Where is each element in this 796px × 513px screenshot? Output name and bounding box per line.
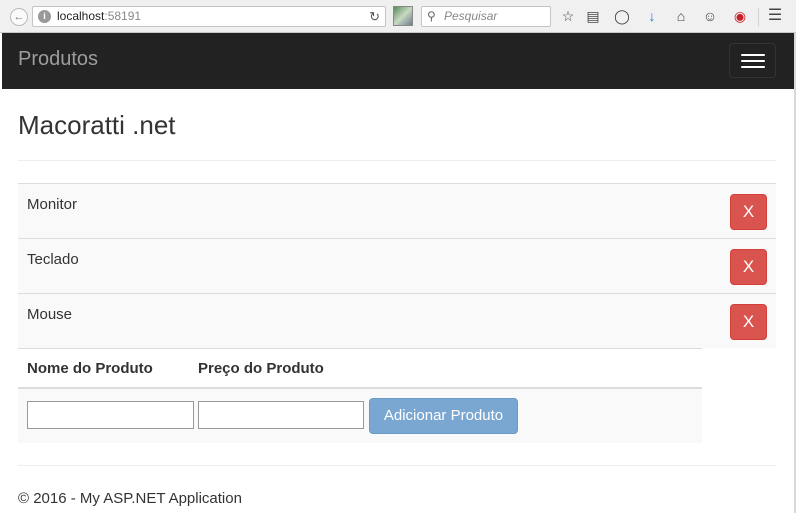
list-item: Monitor X [18, 183, 776, 238]
product-name: Mouse [27, 306, 73, 323]
reload-icon[interactable]: ↻ [369, 7, 380, 26]
search-bar[interactable]: ⚲ Pesquisar [421, 6, 551, 27]
menu-icon[interactable]: ☰ [766, 7, 784, 25]
pinterest-icon[interactable]: ◉ [731, 7, 749, 25]
footer-text: © 2016 - My ASP.NET Application [18, 490, 242, 507]
download-icon[interactable]: ↓ [643, 7, 661, 25]
back-icon[interactable]: ← [10, 8, 28, 26]
product-list: Monitor X Teclado X Mouse X [18, 183, 776, 348]
product-name: Monitor [27, 196, 78, 213]
form-row: Adicionar Produto [18, 389, 702, 443]
delete-button[interactable]: X [730, 304, 767, 340]
navbar-brand[interactable]: Produtos [18, 48, 98, 71]
column-header-price: Preço do Produto [198, 360, 324, 377]
site-info-icon[interactable]: i [38, 10, 51, 23]
extension-image-icon[interactable] [393, 6, 413, 26]
hamburger-bar [741, 60, 765, 62]
reading-list-icon[interactable]: ▤ [584, 7, 602, 25]
hamburger-menu-button[interactable] [729, 43, 776, 78]
delete-button[interactable]: X [730, 249, 767, 285]
emoji-icon[interactable]: ☺ [701, 7, 719, 25]
product-price-input[interactable] [198, 401, 364, 429]
add-product-button[interactable]: Adicionar Produto [369, 398, 518, 434]
add-product-form: Nome do Produto Preço do Produto Adicion… [18, 348, 702, 443]
toolbar-divider [758, 8, 759, 26]
search-icon: ⚲ [427, 9, 436, 23]
hamburger-bar [741, 66, 765, 68]
divider [18, 160, 776, 161]
navbar: Produtos [2, 33, 794, 89]
address-bar[interactable]: i localhost:58191 ↻ [32, 6, 386, 27]
product-name-input[interactable] [27, 401, 194, 429]
url-host: localhost [57, 9, 105, 23]
column-header-name: Nome do Produto [27, 360, 153, 377]
form-header: Nome do Produto Preço do Produto [18, 348, 702, 389]
browser-toolbar: ← i localhost:58191 ↻ ⚲ Pesquisar ☆ ▤ ◯ … [0, 0, 796, 33]
list-item: Mouse X [18, 293, 776, 348]
search-placeholder: Pesquisar [444, 9, 498, 23]
url-port: :58191 [104, 9, 142, 23]
divider [18, 465, 776, 466]
page-title: Macoratti .net [18, 110, 176, 140]
pocket-icon[interactable]: ◯ [613, 7, 631, 25]
home-icon[interactable]: ⌂ [672, 7, 690, 25]
product-name: Teclado [27, 251, 79, 268]
delete-button[interactable]: X [730, 194, 767, 230]
list-item: Teclado X [18, 238, 776, 293]
bookmark-star-icon[interactable]: ☆ [559, 7, 577, 25]
hamburger-bar [741, 54, 765, 56]
